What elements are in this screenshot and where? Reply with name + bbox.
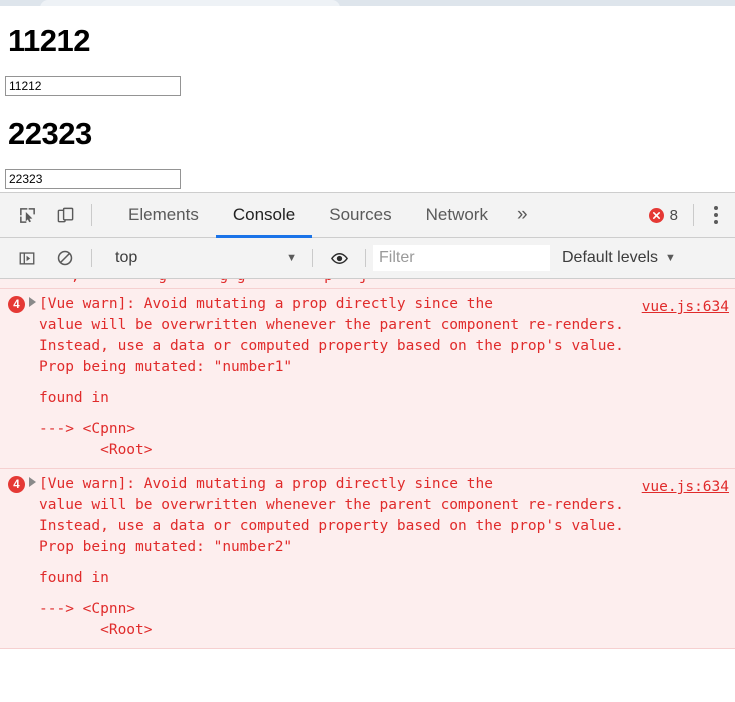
kebab-dot-3 xyxy=(714,220,718,224)
console-message-component-trace: ---> <Cpnn> <Root> xyxy=(39,601,153,638)
toolbar-divider-right xyxy=(693,204,694,226)
clear-console-icon[interactable] xyxy=(46,249,84,267)
console-context-value: top xyxy=(115,249,138,266)
browser-chrome-strip xyxy=(0,0,735,8)
console-message-text: [Vue warn]: Avoid mutating a prop direct… xyxy=(39,296,624,375)
chevron-down-icon-levels: ▼ xyxy=(665,251,676,264)
devtools-tabbar-left-tools xyxy=(0,193,99,237)
console-message-found-in-label: found in xyxy=(39,570,109,586)
console-message-source-link[interactable]: vue.js:634 xyxy=(642,477,729,498)
trace-spacer-2 xyxy=(0,589,735,599)
console-log-levels-value: Default levels xyxy=(562,249,659,266)
trace-spacer xyxy=(0,378,735,388)
expand-triangle-icon[interactable] xyxy=(25,297,39,307)
number1-input[interactable] xyxy=(5,76,181,96)
live-expression-eye-icon[interactable] xyxy=(320,249,358,268)
console-toolbar-divider-1 xyxy=(91,249,92,267)
expand-triangle-icon[interactable] xyxy=(25,477,39,487)
chevron-down-icon: ▼ xyxy=(286,251,297,264)
page-heading-number2: 22323 xyxy=(8,116,92,151)
devtools-tabbar: Elements Console Sources Network » 8 xyxy=(0,193,735,238)
console-message-header: 4 [Vue warn]: Avoid mutating a prop dire… xyxy=(0,474,735,558)
console-message-found-in-label: found in xyxy=(39,390,109,406)
inspect-element-icon[interactable] xyxy=(8,193,46,237)
number2-input[interactable] xyxy=(5,169,181,189)
console-sidebar-icon[interactable] xyxy=(8,249,46,267)
toolbar-divider xyxy=(91,204,92,226)
console-message-component-trace: ---> <Cpnn> <Root> xyxy=(39,421,153,458)
console-message-header: 4 [Vue warn]: Avoid mutating a prop dire… xyxy=(0,294,735,378)
devtools-tab-list: Elements Console Sources Network » xyxy=(99,193,641,238)
partial-message-text: ----,---------g------g-g---------p---j--… xyxy=(36,279,473,284)
console-toolbar-divider-2 xyxy=(312,249,313,267)
console-log-levels-selector[interactable]: Default levels ▼ xyxy=(562,249,676,267)
devtools-tabbar-right-tools: 8 xyxy=(641,193,735,237)
console-filter-input[interactable] xyxy=(373,245,550,271)
message-repeat-count-badge[interactable]: 4 xyxy=(8,476,25,493)
console-message-partial-scrolled[interactable]: ----,---------g------g-g---------p---j--… xyxy=(0,279,735,289)
tab-elements[interactable]: Elements xyxy=(111,193,216,237)
kebab-dot-2 xyxy=(714,213,718,217)
trace-spacer xyxy=(0,558,735,568)
message-repeat-count-badge[interactable]: 4 xyxy=(8,296,25,313)
kebab-menu-icon[interactable] xyxy=(701,206,731,224)
device-toolbar-icon[interactable] xyxy=(46,193,84,237)
devtools-panel: Elements Console Sources Network » 8 top… xyxy=(0,192,735,702)
tab-sources[interactable]: Sources xyxy=(312,193,408,237)
tab-console[interactable]: Console xyxy=(215,193,313,238)
console-message-group[interactable]: 4 [Vue warn]: Avoid mutating a prop dire… xyxy=(0,289,735,469)
console-message-list[interactable]: ----,---------g------g-g---------p---j--… xyxy=(0,279,735,702)
trace-spacer-2 xyxy=(0,409,735,419)
tab-network[interactable]: Network xyxy=(409,193,505,237)
console-message-group[interactable]: 4 [Vue warn]: Avoid mutating a prop dire… xyxy=(0,469,735,649)
web-page-viewport: 11212 22323 xyxy=(0,8,735,192)
console-message-text: [Vue warn]: Avoid mutating a prop direct… xyxy=(39,476,624,555)
console-context-selector[interactable]: top ▼ xyxy=(105,244,305,272)
page-heading-number1: 11212 xyxy=(8,23,91,58)
error-count-badge[interactable]: 8 xyxy=(641,207,686,224)
kebab-dot-1 xyxy=(714,206,718,210)
error-circle-icon xyxy=(648,207,664,223)
console-toolbar: top ▼ Default levels ▼ xyxy=(0,238,735,279)
console-toolbar-divider-3 xyxy=(365,249,366,267)
error-count-label: 8 xyxy=(669,206,678,224)
console-message-source-link[interactable]: vue.js:634 xyxy=(642,297,729,318)
more-tabs-chevron-icon[interactable]: » xyxy=(505,193,540,237)
